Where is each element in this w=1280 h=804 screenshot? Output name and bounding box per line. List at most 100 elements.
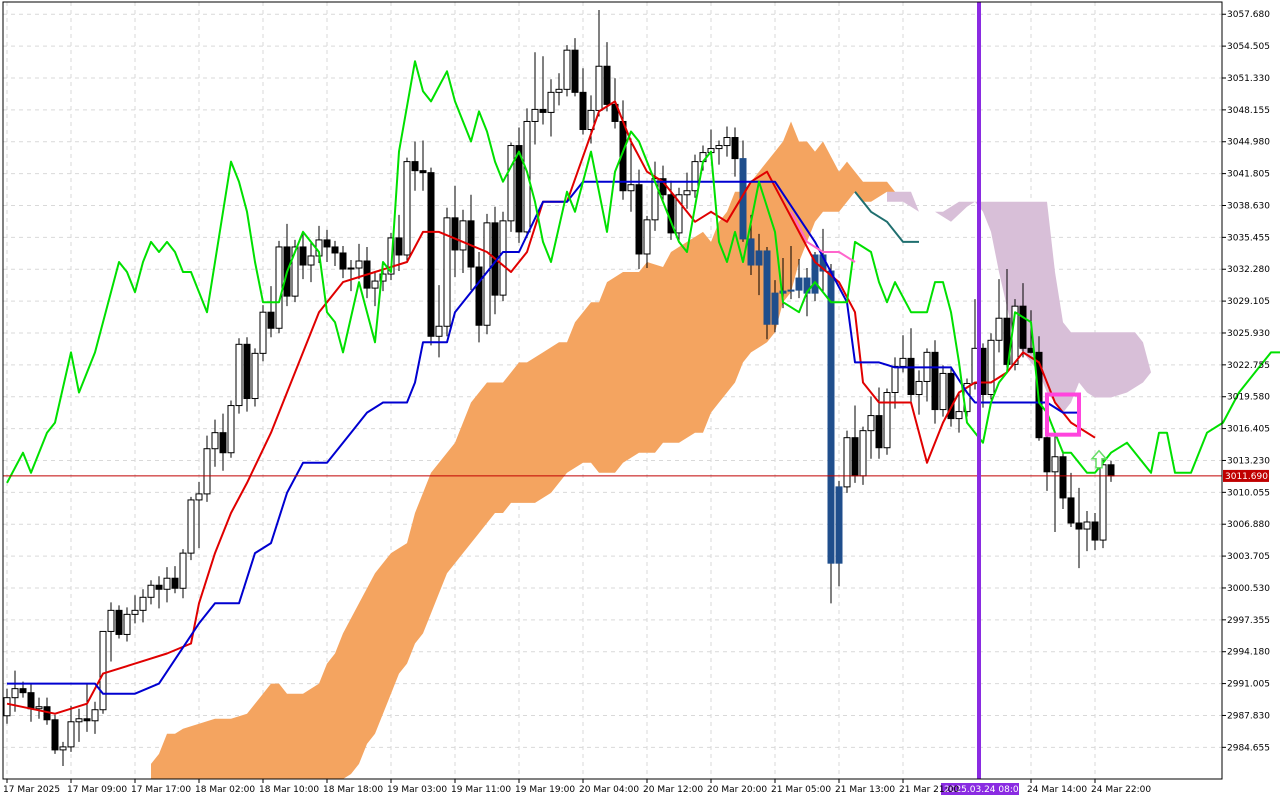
candle-body <box>339 252 347 270</box>
candle-body <box>91 709 99 722</box>
y-tick-label: 3054.505 <box>1227 42 1270 52</box>
candle-body <box>547 91 555 113</box>
x-tick-label: 17 Mar 09:00 <box>67 785 127 795</box>
candle-body <box>1043 437 1051 473</box>
chart-area: 3011.690 2025.03.24 08:00 3057.680 3054.50… <box>0 0 1280 800</box>
candle-body <box>771 292 779 325</box>
candle-body <box>347 267 355 270</box>
candle-body <box>723 137 731 147</box>
candle-body <box>227 405 235 454</box>
candle-body <box>459 220 467 251</box>
candle-body <box>827 270 835 564</box>
candle-body <box>475 266 483 326</box>
x-tick-label: 17 Mar 2025 <box>3 785 60 795</box>
candle-body <box>251 352 259 400</box>
candle-body <box>835 486 843 564</box>
candle-body <box>11 688 19 699</box>
candle-body <box>403 161 411 256</box>
candle-body <box>131 609 139 615</box>
candle-body <box>187 499 195 554</box>
y-tick-label: 2994.180 <box>1227 648 1270 658</box>
candle-body <box>1091 521 1099 541</box>
candle-body <box>371 280 379 289</box>
candle-body <box>891 365 899 394</box>
candle-body <box>1107 464 1115 477</box>
candle-body <box>211 432 219 450</box>
candle-body <box>787 289 795 292</box>
candle-body <box>59 746 67 751</box>
candle-body <box>107 609 115 632</box>
candle-body <box>795 277 803 291</box>
y-tick-label: 2991.005 <box>1227 680 1270 690</box>
candle-body <box>763 250 771 325</box>
ichimoku-cloud <box>151 121 1151 779</box>
candle-body <box>931 351 939 411</box>
y-tick-label: 3038.630 <box>1227 201 1270 211</box>
x-tick-label: 19 Mar 11:00 <box>451 785 511 795</box>
y-tick-label: 3048.155 <box>1227 106 1270 116</box>
y-tick-label: 3010.055 <box>1227 488 1270 498</box>
y-tick-label: 3013.230 <box>1227 456 1270 466</box>
y-tick-label: 3016.405 <box>1227 425 1270 435</box>
candle-body <box>163 577 171 590</box>
y-tick-label: 3057.680 <box>1227 10 1270 20</box>
candle-body <box>939 372 947 411</box>
candle-body <box>155 584 163 590</box>
candle-body <box>1075 522 1083 530</box>
y-tick-label: 3044.980 <box>1227 138 1270 148</box>
candle-body <box>595 65 603 111</box>
candle-body <box>219 432 227 454</box>
candle-body <box>531 108 539 122</box>
y-tick-label: 2984.655 <box>1227 743 1270 753</box>
ichimoku-chart: 3011.6902025.03.24 08:00 3057.6803054.50… <box>2 1 1280 795</box>
y-tick-label: 2997.355 <box>1227 616 1270 626</box>
candle-body <box>563 49 571 90</box>
y-tick-label: 3003.705 <box>1227 552 1270 562</box>
candle-body <box>147 584 155 598</box>
candle-body <box>171 577 179 589</box>
x-tick-label: 17 Mar 17:00 <box>131 785 191 795</box>
candle-body <box>179 552 187 589</box>
y-tick-label: 3035.455 <box>1227 233 1270 243</box>
candle-body <box>195 493 203 501</box>
candle-body <box>643 219 651 255</box>
x-tick-label: 19 Mar 19:00 <box>515 785 575 795</box>
candle-body <box>715 145 723 150</box>
y-tick-label: 3019.580 <box>1227 393 1270 403</box>
candle-body <box>259 311 267 354</box>
candle-body <box>99 630 107 711</box>
candle-body <box>83 718 91 722</box>
candle-body <box>235 343 243 407</box>
candle-body <box>307 255 315 266</box>
candle-body <box>507 145 515 222</box>
candle-body <box>115 609 123 635</box>
candle-body <box>451 217 459 251</box>
x-tick-label: 21 Mar 05:00 <box>771 785 831 795</box>
y-tick-label: 3000.530 <box>1227 584 1270 594</box>
x-tick-label: 20 Mar 04:00 <box>579 785 639 795</box>
y-tick-label: 3041.805 <box>1227 170 1270 180</box>
candle-body <box>731 137 739 160</box>
candle-body <box>683 190 691 196</box>
candle-body <box>1067 497 1075 524</box>
candle-body <box>915 380 923 396</box>
candle-body <box>435 325 443 337</box>
candle-body <box>355 260 363 269</box>
candle-body <box>427 172 435 337</box>
candle-body <box>691 161 699 192</box>
candle-body <box>395 237 403 256</box>
candle-body <box>275 246 283 329</box>
candle-body <box>875 415 883 449</box>
candle-body <box>67 721 75 748</box>
candle-body <box>635 184 643 255</box>
candle-body <box>323 239 331 248</box>
candle-body <box>603 65 611 105</box>
candle-body <box>51 719 59 751</box>
candle-body <box>499 220 507 296</box>
candle-body <box>843 437 851 488</box>
y-tick-label: 3022.755 <box>1227 361 1270 371</box>
x-tick-label: 18 Mar 18:00 <box>323 785 383 795</box>
candle-body <box>75 718 83 723</box>
candle-body <box>851 437 859 477</box>
candle-body <box>571 49 579 93</box>
